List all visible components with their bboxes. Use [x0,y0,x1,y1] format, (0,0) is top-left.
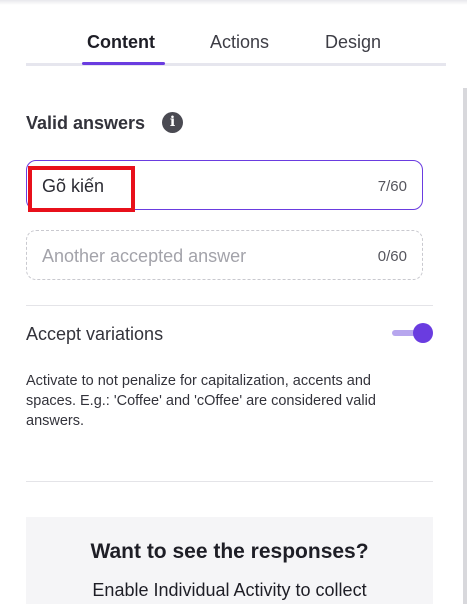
accept-variations-description: Activate to not penalize for capitalizat… [26,373,376,429]
answer-char-counter: 7/60 [377,178,407,195]
responses-promo: Want to see the responses? Enable Indivi… [26,517,433,604]
promo-text: Enable Individual Activity to collect [92,580,367,600]
answer-field-2[interactable]: Another accepted answer 0/60 [26,230,423,280]
divider [26,481,433,482]
divider [26,305,433,306]
active-tab-indicator [82,62,165,65]
info-icon[interactable]: i [162,112,183,133]
promo-title: Want to see the responses? [90,540,369,563]
valid-answers-title: Valid answers [26,113,146,133]
scrollbar[interactable] [463,88,467,604]
toggle-knob [413,323,433,343]
accept-variations-toggle[interactable] [392,321,434,345]
tab-actions[interactable]: Actions [210,32,269,53]
answer-placeholder[interactable]: Another accepted answer [42,246,246,267]
accept-variations-label: Accept variations [26,324,164,344]
top-shadow [0,0,467,5]
highlight-box [28,166,135,212]
answer-char-counter: 0/60 [377,248,407,265]
question-settings-panel: Content Actions Design Valid answers i G… [0,0,467,604]
settings-tabs: Content Actions Design [26,22,446,66]
tab-design[interactable]: Design [325,32,381,53]
tab-content[interactable]: Content [87,32,155,53]
